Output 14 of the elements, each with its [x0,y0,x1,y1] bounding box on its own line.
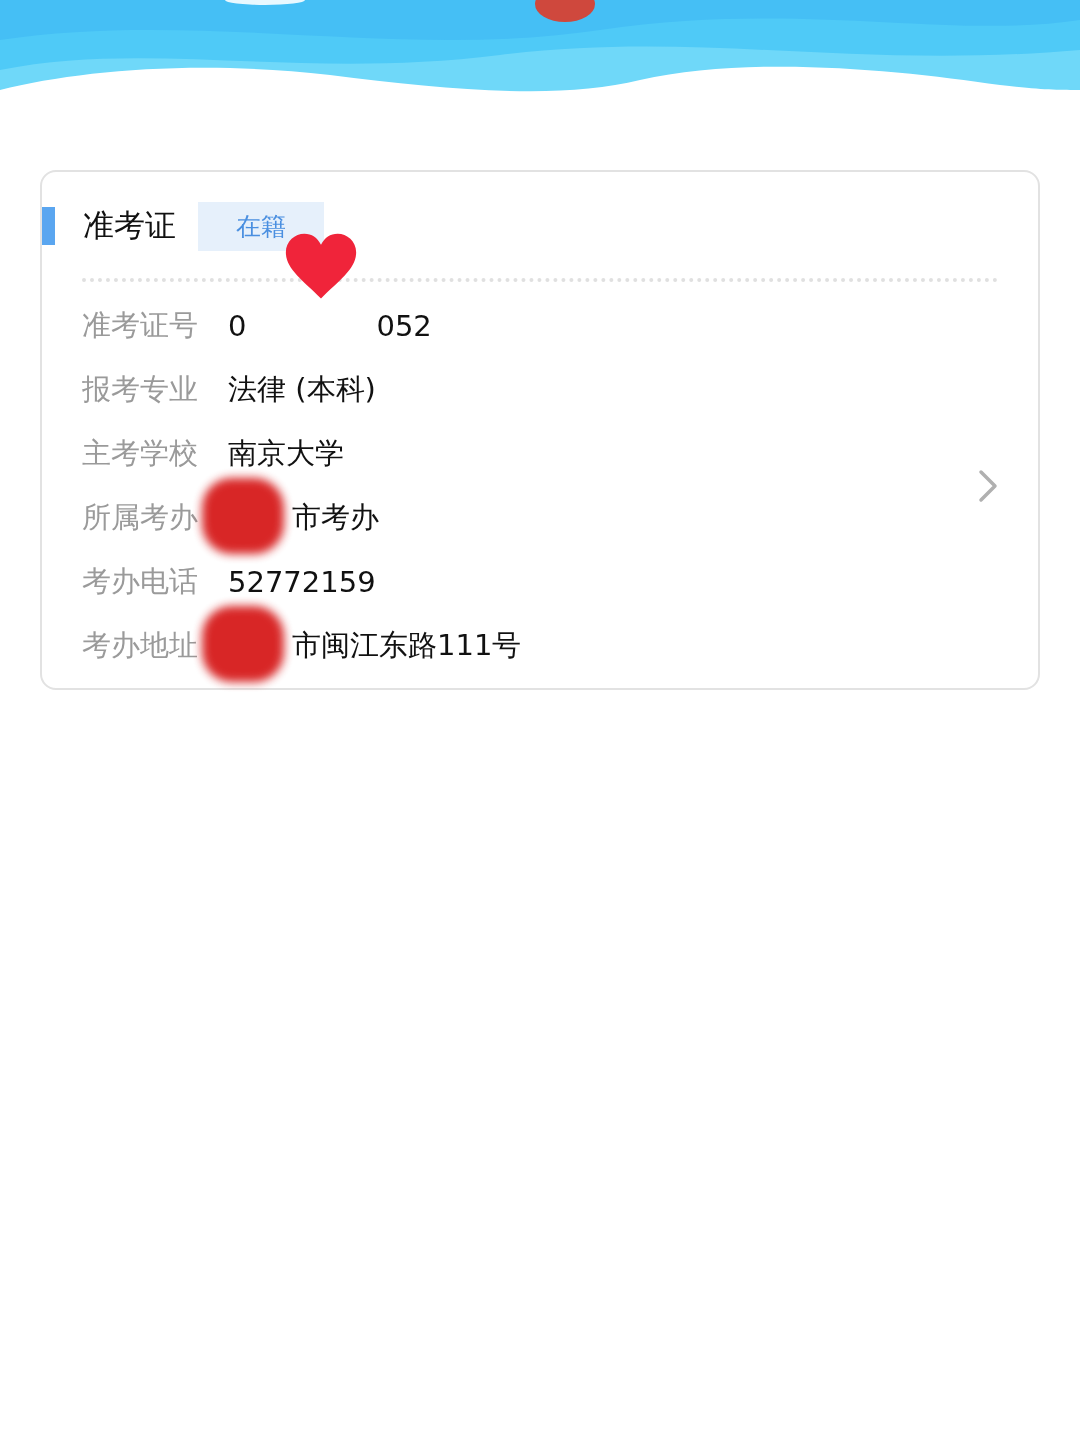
field-label: 报考专业 [82,371,199,408]
field-value: 法律 (本科) [228,371,376,408]
field-value: 52772159 [228,565,376,599]
field-label: 考办地址 [82,627,199,664]
field-label: 主考学校 [82,435,199,472]
field-value: 市闽江东路111号 [292,627,522,664]
field-label: 所属考办 [82,499,199,536]
field-value: 0 [228,309,247,343]
field-value: 市考办 [292,499,379,536]
field-value: 南京大学 [228,435,344,472]
field-label: 准考证号 [82,307,199,344]
field-value: 052 [376,309,432,343]
card-title: 准考证 [83,206,176,245]
field-label: 考办电话 [82,563,199,600]
